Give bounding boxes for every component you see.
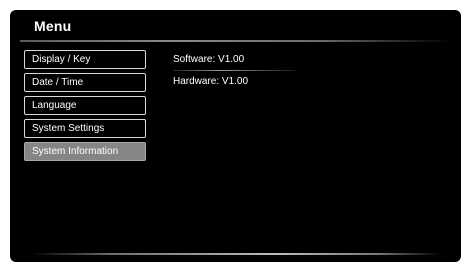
system-information-panel: Software: V1.00 Hardware: V1.00 bbox=[173, 54, 323, 88]
menu-item-display-key[interactable]: Display / Key bbox=[24, 50, 146, 69]
menu-screen: Menu Display / Key Date / Time Language … bbox=[10, 10, 461, 262]
menu-item-date-time[interactable]: Date / Time bbox=[24, 73, 146, 92]
hardware-version-text: Hardware: V1.00 bbox=[173, 76, 249, 87]
menu-item-system-settings[interactable]: System Settings bbox=[24, 119, 146, 138]
menu-title: Menu bbox=[34, 18, 72, 34]
info-divider bbox=[173, 70, 295, 71]
title-divider bbox=[20, 40, 451, 42]
bottom-divider bbox=[30, 253, 441, 255]
menu-item-language[interactable]: Language bbox=[24, 96, 146, 115]
menu-item-system-information[interactable]: System Information bbox=[24, 142, 146, 161]
software-version-text: Software: V1.00 bbox=[173, 54, 245, 65]
menu-list: Display / Key Date / Time Language Syste… bbox=[24, 50, 146, 165]
